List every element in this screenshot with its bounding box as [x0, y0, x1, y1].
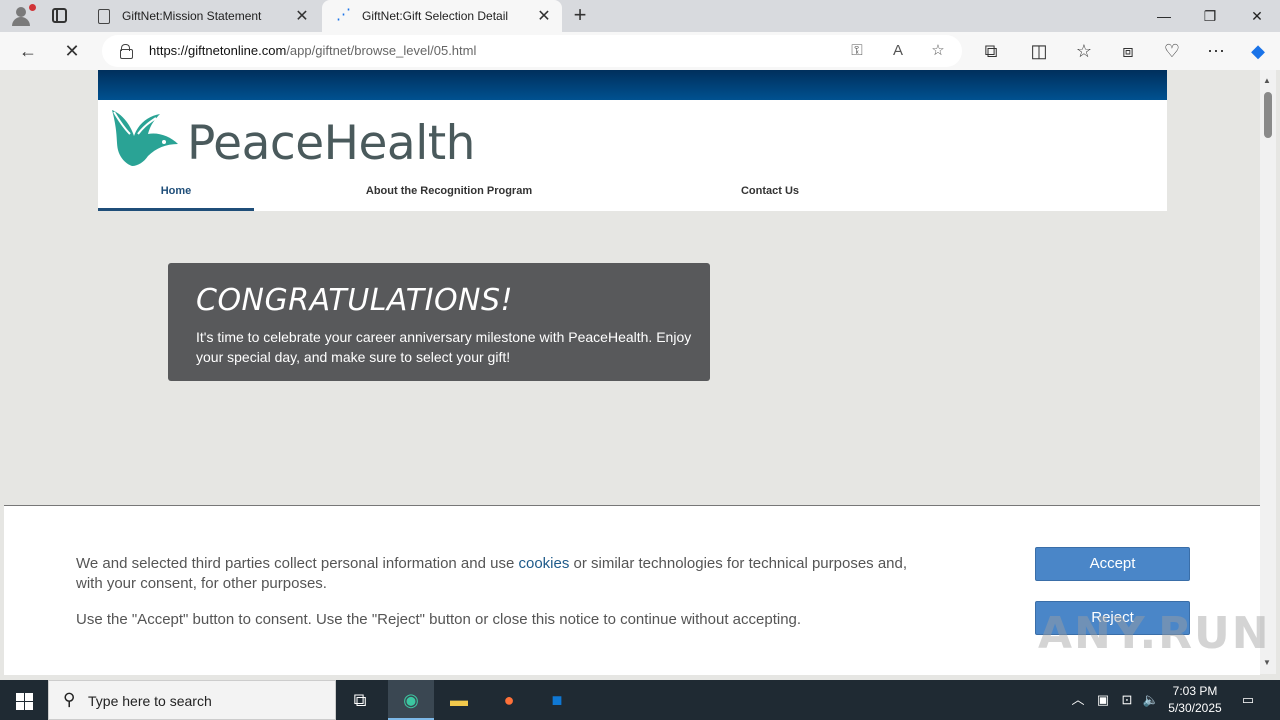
peacehealth-logo[interactable]: PeaceHealth — [104, 106, 475, 171]
congratulations-heading: CONGRATULATIONS! — [196, 283, 514, 318]
lock-icon[interactable] — [120, 44, 133, 59]
minimize-button[interactable]: — — [1141, 0, 1187, 32]
cookie-consent-banner: We and selected third parties collect pe… — [4, 505, 1269, 675]
accept-button[interactable]: Accept — [1035, 547, 1190, 581]
scroll-down-icon[interactable]: ▼ — [1263, 658, 1271, 667]
brand-name: PeaceHealth — [187, 116, 475, 171]
extensions-icon[interactable]: ⧉ — [977, 38, 1005, 64]
address-bar[interactable]: https://giftnetonline.com/app/giftnet/br… — [102, 35, 962, 67]
browser-tabstrip: GiftNet:Mission Statement ✕ GiftNet:Gift… — [0, 0, 1280, 32]
start-button[interactable] — [0, 680, 48, 720]
nav-contact-us[interactable]: Contact Us — [718, 183, 822, 211]
close-window-button[interactable]: ✕ — [1234, 0, 1280, 32]
tab-close-icon[interactable]: ✕ — [534, 6, 554, 26]
task-view-icon[interactable]: ⧉ — [337, 680, 383, 720]
top-banner — [98, 70, 1167, 100]
settings-more-icon[interactable]: ⋯ — [1202, 38, 1230, 64]
volume-icon[interactable]: 🔈 — [1141, 680, 1161, 720]
search-icon: ⚲ — [63, 690, 76, 709]
notifications-icon[interactable]: ▭ — [1236, 680, 1260, 720]
scrollbar-thumb[interactable] — [1264, 92, 1272, 138]
cookies-link[interactable]: cookies — [518, 555, 569, 572]
edge-browser-icon[interactable]: ◉ — [388, 680, 434, 720]
dove-logo-icon — [112, 110, 178, 166]
network-icon[interactable]: ⊡ — [1117, 680, 1137, 720]
nav-home[interactable]: Home — [98, 183, 254, 211]
tab-title: GiftNet:Gift Selection Detail — [362, 9, 509, 23]
taskbar-search[interactable]: ⚲ Type here to search — [48, 680, 336, 720]
browser-toolbar: ← ✕ https://giftnetonline.com/app/giftne… — [0, 32, 1280, 70]
show-hidden-icons[interactable]: ︿ — [1068, 680, 1088, 720]
key-icon[interactable]: ⚿ — [846, 40, 868, 62]
search-placeholder: Type here to search — [88, 693, 212, 709]
new-tab-button[interactable]: + — [569, 3, 591, 27]
split-screen-icon[interactable]: ◫ — [1025, 38, 1053, 64]
page-icon — [98, 8, 110, 24]
tab-mission-statement[interactable]: GiftNet:Mission Statement ✕ — [84, 0, 320, 32]
copilot-icon[interactable]: ◆ — [1244, 38, 1272, 64]
clock-date: 5/30/2025 — [1168, 701, 1222, 715]
page-scrollbar[interactable]: ▲ ▼ — [1260, 70, 1276, 674]
scroll-up-icon[interactable]: ▲ — [1263, 76, 1271, 85]
tab-close-icon[interactable]: ✕ — [292, 6, 312, 26]
clock-time: 7:03 PM — [1172, 684, 1218, 698]
stop-loading-button[interactable]: ✕ — [58, 38, 86, 64]
main-navigation: Home About the Recognition Program Conta… — [98, 183, 1167, 211]
firefox-icon[interactable]: ● — [486, 680, 532, 720]
favorite-star-icon[interactable]: ☆ — [927, 40, 949, 62]
site-header: PeaceHealth Home About the Recognition P… — [98, 100, 1167, 211]
loading-icon — [334, 5, 351, 24]
system-clock[interactable]: 7:03 PM 5/30/2025 — [1162, 683, 1228, 717]
congratulations-panel: CONGRATULATIONS! It's time to celebrate … — [168, 263, 710, 381]
read-aloud-icon[interactable]: A — [887, 40, 909, 62]
tab-title: GiftNet:Mission Statement — [122, 9, 262, 23]
nav-about-recognition-program[interactable]: About the Recognition Program — [346, 183, 552, 211]
browser-essentials-icon[interactable]: ♡ — [1158, 38, 1186, 64]
restore-button[interactable]: ❐ — [1187, 0, 1233, 32]
outlook-icon[interactable]: ■ — [534, 680, 580, 720]
file-explorer-icon[interactable]: ▬ — [436, 680, 482, 720]
tab-actions-icon[interactable] — [52, 8, 67, 23]
cookie-instructions-text: Use the "Accept" button to consent. Use … — [76, 611, 802, 628]
site-container: PeaceHealth Home About the Recognition P… — [98, 70, 1167, 211]
congratulations-message: It's time to celebrate your career anniv… — [196, 329, 692, 365]
cookie-notice-text: We and selected third parties collect pe… — [76, 555, 908, 592]
profile-avatar-icon[interactable] — [8, 4, 36, 28]
back-button[interactable]: ← — [14, 38, 42, 64]
collections-icon[interactable]: ⧈ — [1114, 38, 1142, 64]
favorites-icon[interactable]: ☆ — [1070, 38, 1098, 64]
windows-logo-icon — [16, 693, 24, 701]
device-icon[interactable]: ▣ — [1094, 680, 1112, 720]
tab-gift-selection-detail[interactable]: GiftNet:Gift Selection Detail ✕ — [322, 0, 562, 32]
windows-taskbar: ⚲ Type here to search ⧉ ◉ ▬ ● ■ ︿ ▣ ⊡ 🔈 … — [0, 680, 1280, 720]
url-text[interactable]: https://giftnetonline.com/app/giftnet/br… — [149, 43, 476, 58]
anyrun-watermark: ANY.RUN — [1038, 608, 1271, 659]
